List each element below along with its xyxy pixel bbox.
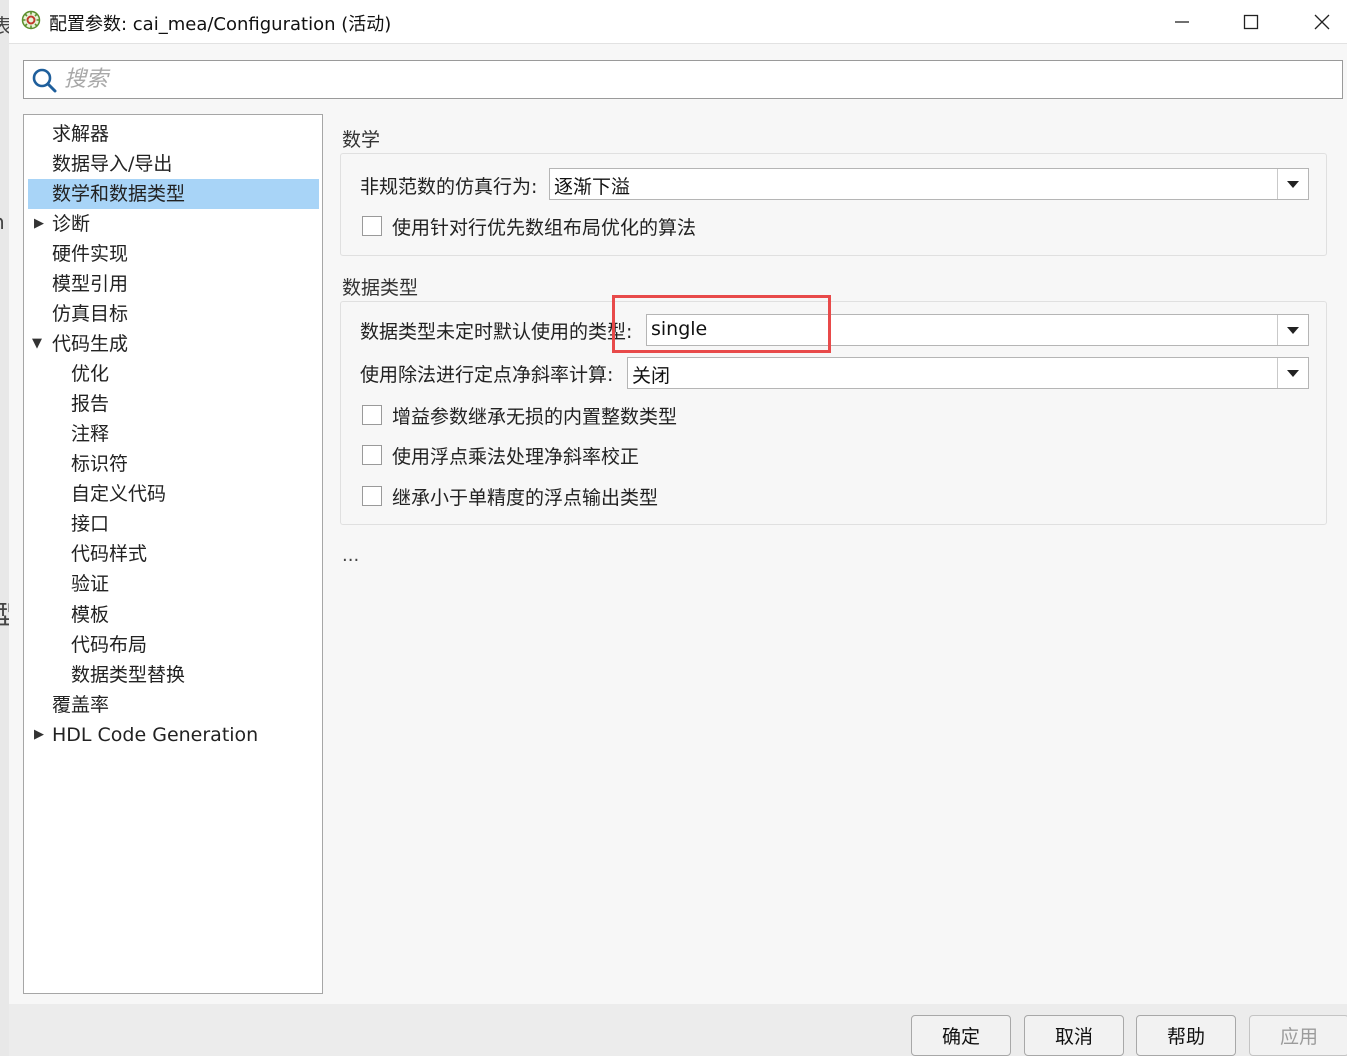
tree-item-code-style[interactable]: 代码样式 bbox=[71, 539, 147, 569]
help-button[interactable]: 帮助 bbox=[1136, 1015, 1236, 1056]
float-multiply-checkbox[interactable] bbox=[362, 445, 382, 465]
tree-item-model-referencing[interactable]: 模型引用 bbox=[52, 269, 128, 299]
search-box[interactable] bbox=[23, 60, 1343, 99]
collapse-arrow-icon[interactable]: ▼ bbox=[32, 336, 42, 351]
minimize-icon bbox=[1175, 20, 1189, 23]
chevron-down-icon bbox=[1287, 180, 1299, 188]
tree-item-coverage[interactable]: 覆盖率 bbox=[52, 690, 109, 720]
close-icon bbox=[1314, 14, 1330, 29]
search-icon bbox=[32, 68, 57, 93]
minimize-button[interactable] bbox=[1159, 0, 1205, 43]
config-parameters-dialog: 配置参数: cai_mea/Configuration (活动) 求解器 数据导… bbox=[9, 0, 1347, 1056]
background-text-mid: h bbox=[0, 210, 5, 234]
tree-item-solver[interactable]: 求解器 bbox=[52, 119, 109, 149]
tree-item-simulation-target[interactable]: 仿真目标 bbox=[52, 299, 128, 329]
window-title: 配置参数: cai_mea/Configuration (活动) bbox=[49, 14, 392, 35]
expand-arrow-icon[interactable]: ▶ bbox=[34, 727, 44, 742]
datatypes-section-title: 数据类型 bbox=[342, 277, 419, 299]
tree-item-identifiers[interactable]: 标识符 bbox=[71, 449, 128, 479]
cancel-button[interactable]: 取消 bbox=[1024, 1015, 1124, 1056]
inherit-float-checkbox[interactable] bbox=[362, 486, 382, 506]
expand-arrow-icon[interactable]: ▶ bbox=[34, 216, 44, 231]
tree-item-code-generation[interactable]: 代码生成 bbox=[52, 329, 128, 359]
maximize-icon bbox=[1243, 14, 1259, 29]
inherit-float-label: 继承小于单精度的浮点输出类型 bbox=[392, 487, 659, 509]
annotation-highlight-box bbox=[612, 295, 831, 353]
tree-item-verification[interactable]: 验证 bbox=[71, 569, 109, 599]
chevron-down-icon bbox=[1287, 326, 1299, 334]
tree-item-custom-code[interactable]: 自定义代码 bbox=[71, 479, 166, 509]
denormal-behavior-label: 非规范数的仿真行为: bbox=[360, 176, 538, 198]
tree-item-comments[interactable]: 注释 bbox=[71, 419, 109, 449]
maximize-button[interactable] bbox=[1228, 0, 1274, 43]
category-tree: 求解器 数据导入/导出 数学和数据类型 ▶ 诊断 硬件实现 模型引用 仿真目标 … bbox=[23, 114, 323, 994]
tree-item-report[interactable]: 报告 bbox=[71, 389, 109, 419]
dropdown-button[interactable] bbox=[1277, 315, 1308, 345]
more-ellipsis: ... bbox=[342, 545, 360, 566]
tree-item-code-placement[interactable]: 代码布局 bbox=[71, 630, 147, 660]
tree-item-interface[interactable]: 接口 bbox=[71, 509, 109, 539]
tree-item-hdl-code-generation[interactable]: HDL Code Generation bbox=[52, 720, 258, 750]
tree-item-diagnostics[interactable]: 诊断 bbox=[52, 209, 90, 239]
dropdown-button[interactable] bbox=[1277, 169, 1308, 199]
division-dropdown[interactable]: 关闭 bbox=[627, 357, 1309, 389]
division-label: 使用除法进行定点净斜率计算: bbox=[360, 364, 614, 386]
gain-param-label: 增益参数继承无损的内置整数类型 bbox=[392, 406, 678, 428]
tree-item-templates[interactable]: 模板 bbox=[71, 600, 109, 630]
row-major-checkbox[interactable] bbox=[362, 216, 382, 236]
tree-item-hardware-implementation[interactable]: 硬件实现 bbox=[52, 239, 128, 269]
ok-button[interactable]: 确定 bbox=[911, 1015, 1011, 1056]
denormal-behavior-dropdown[interactable]: 逐渐下溢 bbox=[549, 168, 1309, 200]
apply-button[interactable]: 应用 bbox=[1249, 1015, 1347, 1056]
division-value: 关闭 bbox=[632, 365, 671, 387]
denormal-behavior-value: 逐渐下溢 bbox=[554, 176, 631, 198]
math-section-title: 数学 bbox=[342, 129, 381, 151]
tree-item-optimization[interactable]: 优化 bbox=[71, 359, 109, 389]
simulink-config-gear-icon bbox=[21, 10, 41, 30]
dropdown-button[interactable] bbox=[1277, 358, 1308, 388]
search-input[interactable] bbox=[62, 63, 1266, 96]
float-multiply-label: 使用浮点乘法处理净斜率校正 bbox=[392, 446, 640, 468]
title-bar[interactable]: 配置参数: cai_mea/Configuration (活动) bbox=[9, 0, 1347, 44]
default-type-label: 数据类型未定时默认使用的类型: bbox=[360, 321, 633, 343]
tree-item-data-type-replacement[interactable]: 数据类型替换 bbox=[71, 660, 185, 690]
gain-param-checkbox[interactable] bbox=[362, 405, 382, 425]
row-major-label: 使用针对行优先数组布局优化的算法 bbox=[392, 217, 697, 239]
close-button[interactable] bbox=[1299, 0, 1345, 43]
tree-item-data-import-export[interactable]: 数据导入/导出 bbox=[52, 149, 172, 179]
chevron-down-icon bbox=[1287, 369, 1299, 377]
tree-item-math-and-data-types[interactable]: 数学和数据类型 bbox=[28, 179, 319, 209]
